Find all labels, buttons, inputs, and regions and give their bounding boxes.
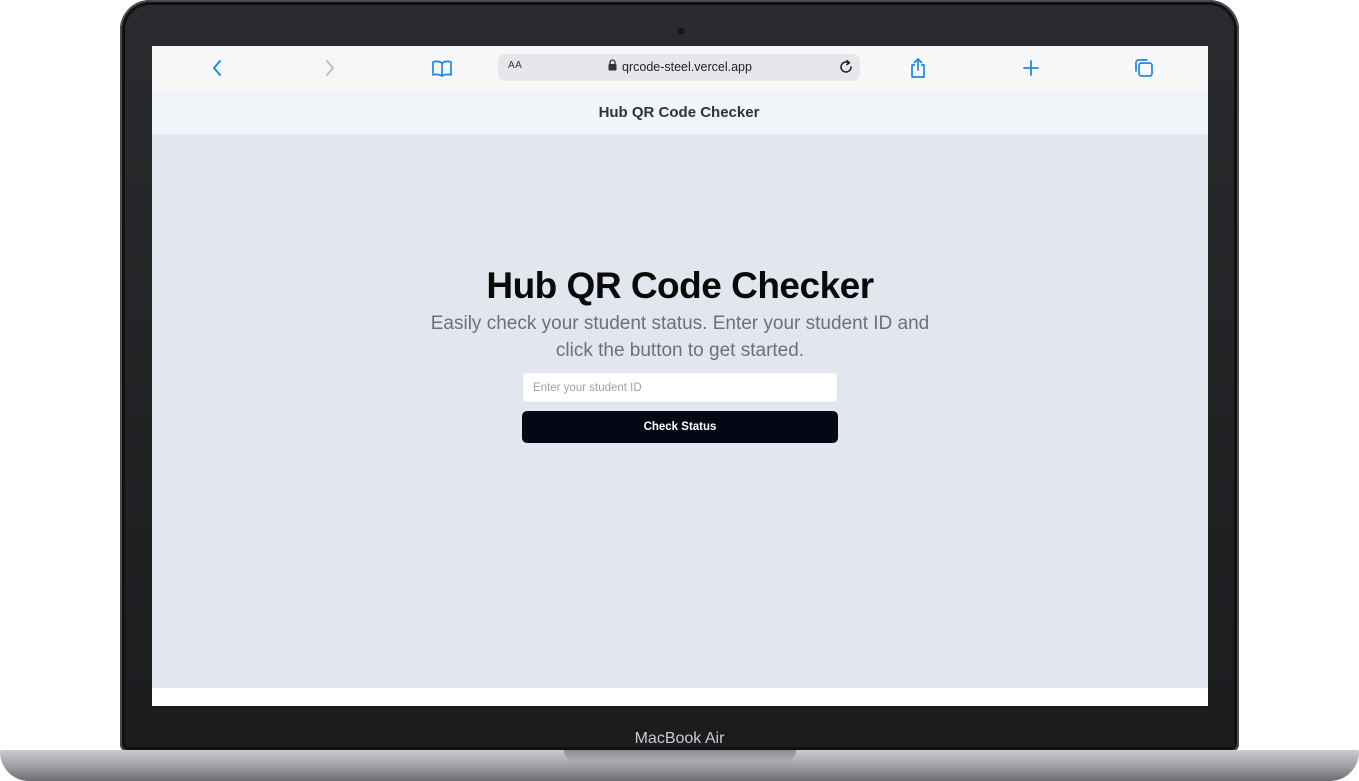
share-icon: [909, 57, 927, 79]
site-header: Hub QR Code Checker: [152, 90, 1208, 135]
tabs-button[interactable]: [1132, 56, 1156, 80]
tabs-icon: [1134, 58, 1154, 78]
forward-button[interactable]: [318, 56, 342, 80]
lock-icon: [608, 59, 617, 74]
hero-title: Hub QR Code Checker: [486, 265, 874, 306]
hero-subtitle: Easily check your student status. Enter …: [430, 313, 930, 361]
main-content: Hub QR Code Checker Easily check your st…: [152, 135, 1208, 688]
chevron-left-icon: [211, 59, 223, 77]
chevron-right-icon: [324, 59, 336, 77]
reload-icon: [838, 59, 854, 79]
plus-icon: [1022, 59, 1040, 77]
check-status-button[interactable]: Check Status: [522, 411, 838, 443]
bookmarks-button[interactable]: [430, 56, 454, 80]
device-brand-label: MacBook Air: [634, 730, 725, 747]
book-icon: [431, 59, 453, 77]
browser-screen: AA qrcode-steel.vercel.app Hub QR Code C…: [152, 46, 1208, 706]
url-text: qrcode-steel.vercel.app: [622, 59, 752, 74]
address-bar[interactable]: AA qrcode-steel.vercel.app: [498, 54, 860, 81]
student-id-input[interactable]: [522, 372, 838, 403]
url-display[interactable]: qrcode-steel.vercel.app: [608, 59, 752, 74]
share-button[interactable]: [906, 56, 930, 80]
new-tab-button[interactable]: [1019, 56, 1043, 80]
back-button[interactable]: [205, 56, 229, 80]
reload-button[interactable]: [838, 59, 854, 79]
site-header-title: Hub QR Code Checker: [598, 103, 760, 121]
webcam: [678, 28, 684, 34]
laptop-notch: [564, 750, 796, 762]
text-size-button[interactable]: AA: [508, 60, 522, 71]
safari-toolbar: AA qrcode-steel.vercel.app: [152, 46, 1208, 91]
